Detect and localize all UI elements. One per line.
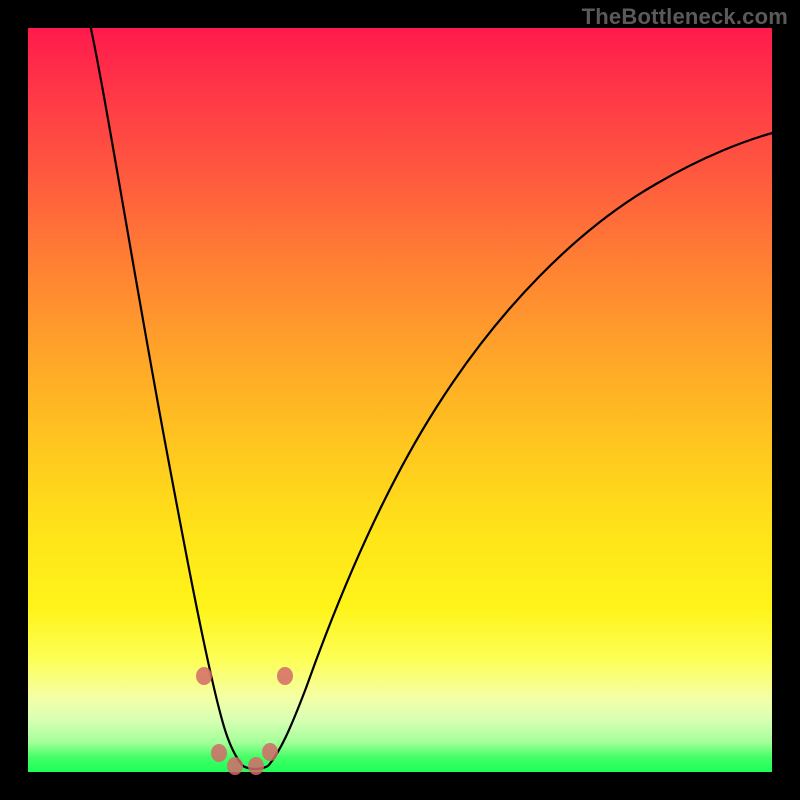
marker-dot	[196, 667, 212, 685]
marker-dot	[227, 757, 243, 775]
marker-dot	[248, 757, 264, 775]
left-branch-curve	[90, 24, 243, 766]
curve-layer	[28, 28, 772, 772]
plot-area	[28, 28, 772, 772]
marker-dot	[262, 743, 278, 761]
chart-stage: TheBottleneck.com	[0, 0, 800, 800]
marker-dot	[211, 744, 227, 762]
marker-dot	[277, 667, 293, 685]
watermark-text: TheBottleneck.com	[582, 4, 788, 30]
right-branch-curve	[268, 132, 776, 766]
